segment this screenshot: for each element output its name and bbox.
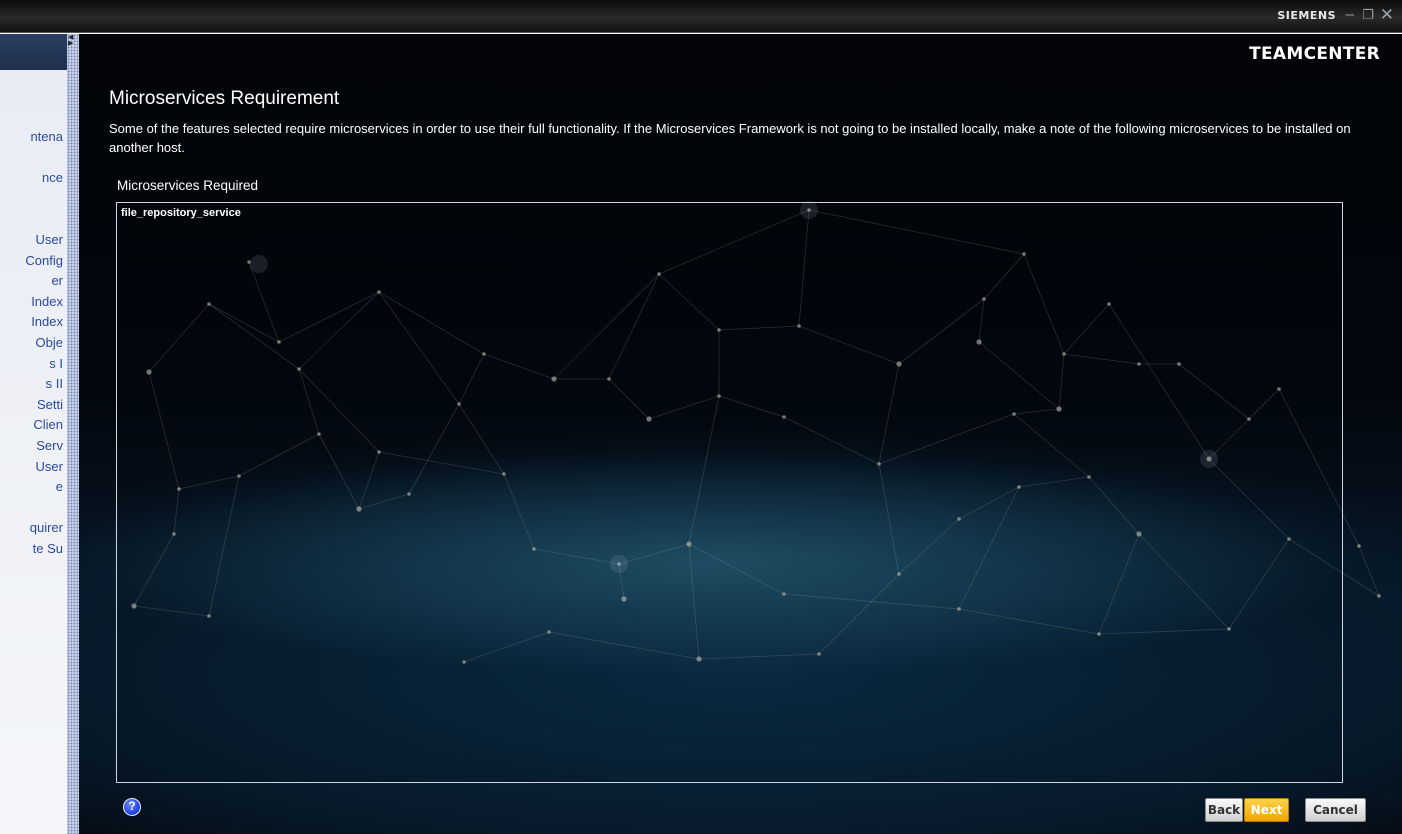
installer-steps-sidebar: ntena nce User Config er Index Index Obj…: [0, 34, 67, 834]
close-icon[interactable]: ✕: [1380, 6, 1394, 24]
network-node: [1377, 594, 1381, 598]
step-item[interactable]: User: [25, 457, 63, 478]
siemens-brand: SIEMENS: [1277, 9, 1336, 22]
microservices-list-label: Microservices Required: [117, 178, 259, 193]
network-line: [1358, 545, 1380, 597]
step-item[interactable]: Serv: [25, 436, 63, 457]
panel-splitter[interactable]: ◀ ▶: [67, 34, 79, 834]
step-item[interactable]: nce: [25, 168, 63, 189]
step-item[interactable]: s II: [25, 374, 63, 395]
restore-icon[interactable]: ❐: [1362, 6, 1374, 24]
page-description: Some of the features selected require mi…: [109, 121, 1351, 155]
network-node: [1357, 544, 1361, 548]
collapse-arrows-icon[interactable]: ◀ ▶: [68, 34, 73, 47]
step-item[interactable]: [25, 148, 63, 169]
step-item[interactable]: e: [25, 477, 63, 498]
step-item[interactable]: [25, 209, 63, 230]
back-button[interactable]: Back: [1205, 798, 1243, 822]
step-item[interactable]: Index: [25, 292, 63, 313]
next-button[interactable]: Next: [1244, 798, 1289, 822]
step-item[interactable]: [25, 498, 63, 519]
window-title-bar: SIEMENS – ❐ ✕: [0, 0, 1402, 33]
main-panel: TEAMCENTER Microservices Requirement Som…: [79, 34, 1402, 834]
cancel-button[interactable]: Cancel: [1305, 798, 1366, 822]
step-item[interactable]: Setti: [25, 395, 63, 416]
step-item[interactable]: Clien: [25, 415, 63, 436]
step-item[interactable]: ntena: [25, 127, 63, 148]
product-logo: TEAMCENTER: [1249, 44, 1380, 64]
step-item[interactable]: Index: [25, 312, 63, 333]
step-list: ntena nce User Config er Index Index Obj…: [25, 127, 63, 559]
step-item[interactable]: Obje: [25, 333, 63, 354]
page-title: Microservices Requirement: [109, 88, 340, 109]
step-item[interactable]: s I: [25, 354, 63, 375]
step-item[interactable]: er: [25, 271, 63, 292]
step-item[interactable]: User: [25, 230, 63, 251]
step-item[interactable]: te Su: [25, 539, 63, 560]
step-item[interactable]: quirer: [25, 518, 63, 539]
minimize-icon[interactable]: –: [1346, 6, 1354, 24]
list-item[interactable]: file_repository_service: [121, 205, 1338, 221]
step-item[interactable]: Config: [25, 251, 63, 272]
help-button[interactable]: ?: [123, 798, 141, 816]
step-item[interactable]: [25, 189, 63, 210]
sidebar-header: [0, 34, 67, 70]
microservices-list[interactable]: file_repository_service: [116, 202, 1343, 783]
